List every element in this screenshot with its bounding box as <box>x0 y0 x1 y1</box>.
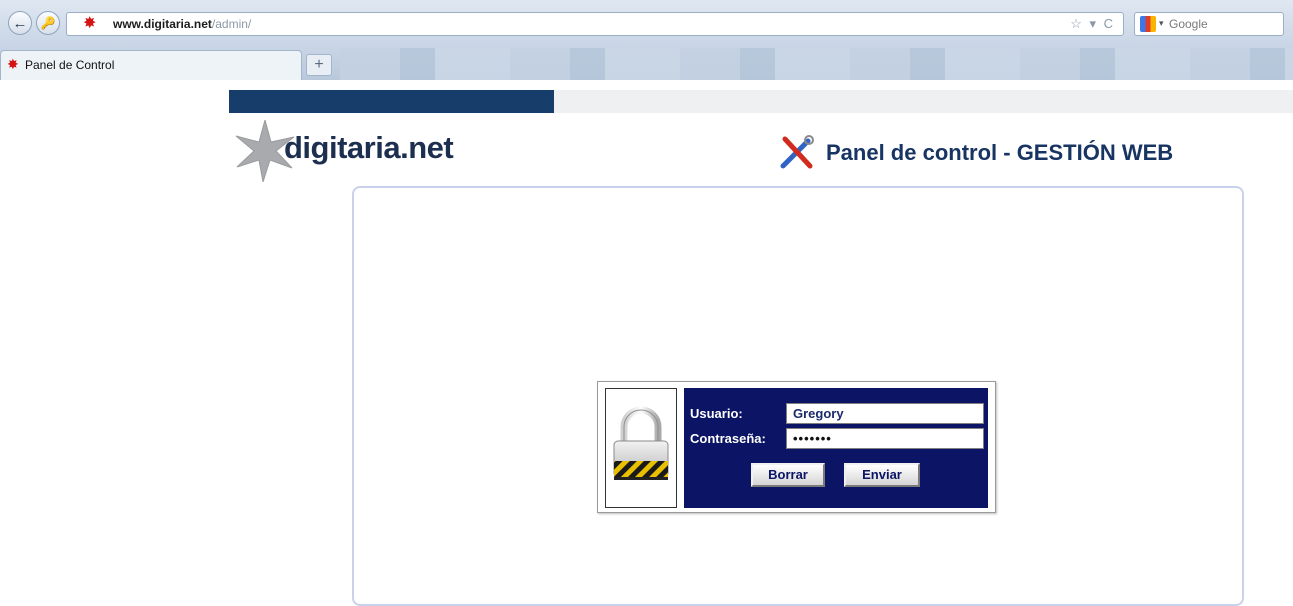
url-text[interactable]: www.digitaria.net/admin/ <box>113 17 251 31</box>
page-title: Panel de control - GESTIÓN WEB <box>826 140 1174 165</box>
login-form: Usuario: Gregory Contraseña: ••••••• Bor… <box>684 388 988 508</box>
back-arrow-icon: ← <box>12 14 28 32</box>
address-bar[interactable]: ✸ www.digitaria.net/admin/ ☆ ▾ C <box>66 12 1124 36</box>
navigation-toolbar: ← 🔑 ✸ www.digitaria.net/admin/ ☆ ▾ C ▾ G… <box>0 4 1293 42</box>
search-bar[interactable]: ▾ Google <box>1134 12 1284 36</box>
padlock-icon <box>613 406 669 480</box>
browser-chrome: ← 🔑 ✸ www.digitaria.net/admin/ ☆ ▾ C ▾ G… <box>0 0 1293 80</box>
username-label: Usuario: <box>690 406 743 421</box>
progress-bar-fill <box>229 90 554 113</box>
new-tab-button[interactable]: + <box>306 54 332 76</box>
site-logo[interactable]: digitaria.net <box>234 120 514 182</box>
username-input[interactable]: Gregory <box>786 403 984 424</box>
reset-button[interactable]: Borrar <box>751 463 825 487</box>
tab-panel-de-control[interactable]: ✸ Panel de Control <box>0 50 302 80</box>
tools-icon <box>780 135 814 169</box>
submit-button[interactable]: Enviar <box>844 463 920 487</box>
logo-text: digitaria.net <box>284 130 454 165</box>
site-favicon-icon: ✸ <box>83 15 97 32</box>
lock-cell <box>605 388 677 508</box>
password-input[interactable]: ••••••• <box>786 428 984 449</box>
tab-favicon-icon: ✸ <box>7 56 19 72</box>
progress-bar <box>229 90 1293 113</box>
bookmark-star-reload-icons[interactable]: ☆ ▾ C <box>1070 16 1115 32</box>
panel-header: Panel de control - GESTIÓN WEB <box>778 133 1238 173</box>
search-input[interactable]: Google <box>1169 17 1208 31</box>
identity-button[interactable]: 🔑 <box>36 11 60 35</box>
password-label: Contraseña: <box>690 431 766 446</box>
login-box: Usuario: Gregory Contraseña: ••••••• Bor… <box>597 381 996 513</box>
tab-strip: ✸ Panel de Control + <box>0 50 1293 80</box>
back-button[interactable]: ← <box>8 11 32 35</box>
google-icon[interactable] <box>1140 16 1156 32</box>
key-icon: 🔑 <box>40 16 56 30</box>
search-engine-dropdown-icon[interactable]: ▾ <box>1159 18 1164 29</box>
tab-label: Panel de Control <box>25 58 115 72</box>
